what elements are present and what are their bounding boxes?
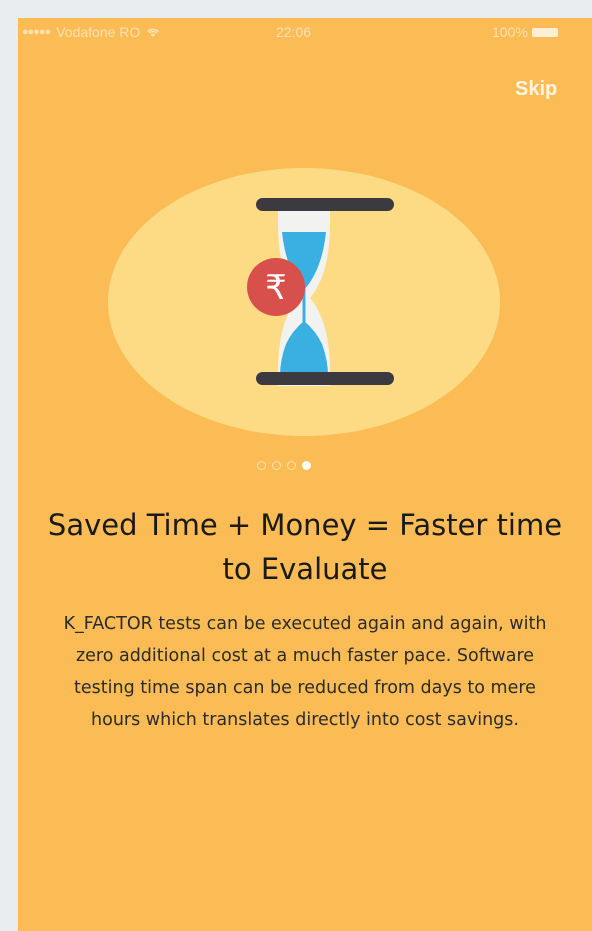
rupee-symbol: ₹ bbox=[265, 268, 287, 308]
page-title: Saved Time + Money = Faster time to Eval… bbox=[47, 508, 563, 586]
carrier-name: Vodafone RO bbox=[56, 24, 141, 40]
page-indicator bbox=[257, 461, 311, 470]
onboarding-screen: ●●●●● Vodafone RO 22:06 100% Skip ₹ Save… bbox=[18, 18, 592, 931]
skip-button[interactable]: Skip bbox=[515, 78, 557, 101]
wifi-icon bbox=[147, 28, 160, 37]
hourglass-top-bar bbox=[256, 198, 394, 211]
status-bar: ●●●●● Vodafone RO 22:06 100% bbox=[18, 18, 592, 46]
battery-percent: 100% bbox=[492, 24, 528, 40]
page-dot-4[interactable] bbox=[302, 461, 311, 470]
status-time: 22:06 bbox=[276, 24, 312, 40]
page-dot-3[interactable] bbox=[287, 461, 296, 470]
page-description: K_FACTOR tests can be executed again and… bbox=[63, 614, 547, 730]
hourglass-illustration: ₹ bbox=[108, 168, 500, 436]
signal-strength-icon: ●●●●● bbox=[22, 26, 51, 38]
page-dot-1[interactable] bbox=[257, 461, 266, 470]
page-dot-2[interactable] bbox=[272, 461, 281, 470]
battery-icon bbox=[531, 27, 558, 37]
hourglass-bottom-bar bbox=[256, 372, 394, 385]
